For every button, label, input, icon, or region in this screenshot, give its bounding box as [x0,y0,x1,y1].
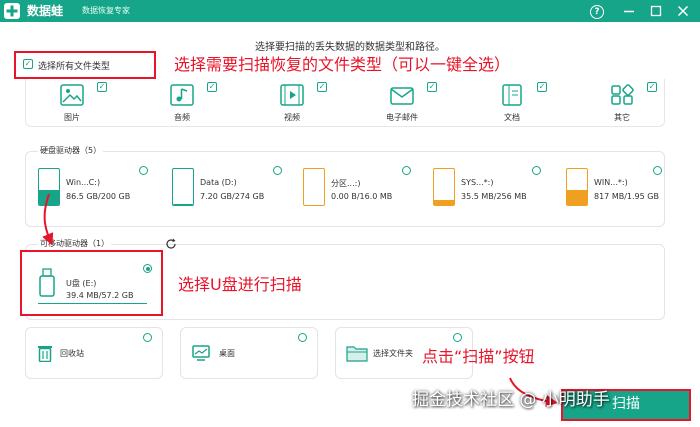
watermark: 掘金技术社区 @ 小明助手 [412,390,610,410]
arrow-to-usb [42,193,54,246]
annotation-arrows [42,193,558,408]
